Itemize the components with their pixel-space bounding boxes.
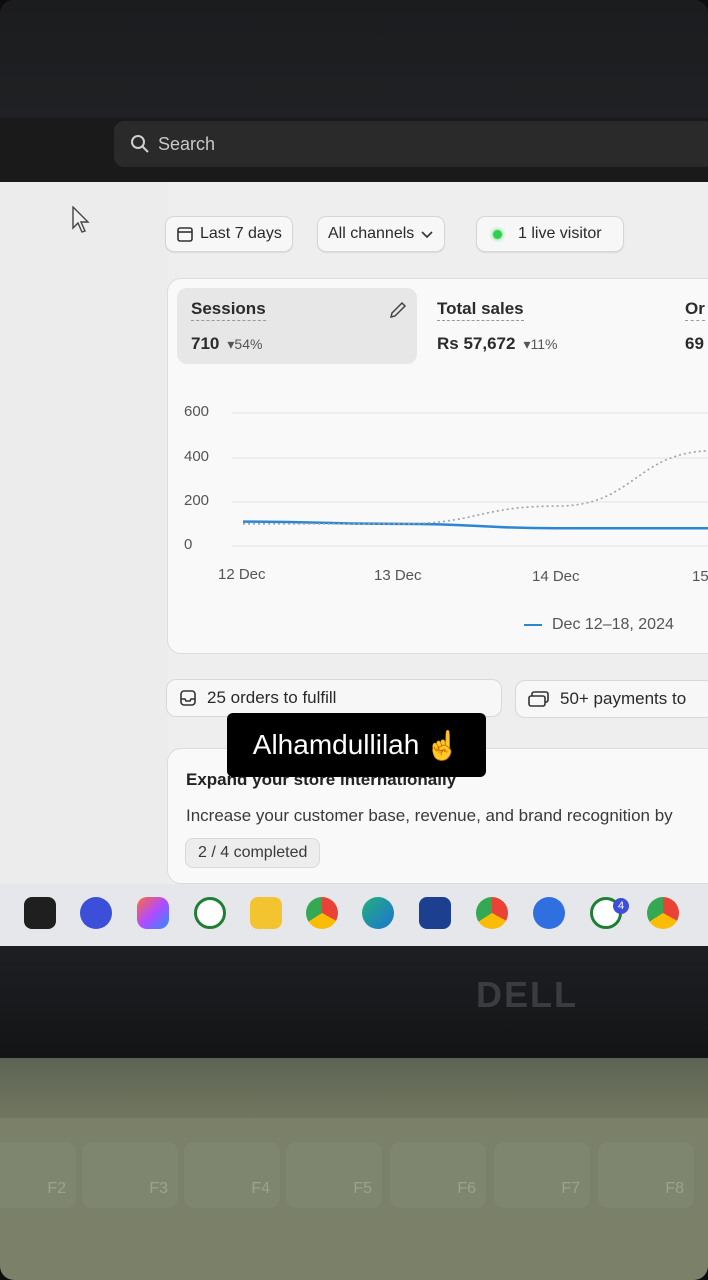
file-explorer-icon[interactable] xyxy=(250,897,282,929)
key-f8: F8 xyxy=(598,1142,694,1208)
x-tick: 13 Dec xyxy=(374,567,422,584)
progress-badge: 2 / 4 completed xyxy=(185,838,321,868)
key-f4: F4 xyxy=(184,1142,280,1208)
cash-icon xyxy=(528,691,549,707)
pointing-up-emoji-icon: ☝️ xyxy=(425,729,461,761)
legend-line-swatch xyxy=(524,624,542,626)
expand-description: Increase your customer base, revenue, an… xyxy=(186,806,673,825)
sessions-chart xyxy=(232,412,708,547)
series-line-current xyxy=(242,520,708,530)
series-line-comparison xyxy=(242,450,708,525)
app-icon[interactable] xyxy=(533,897,565,929)
orders-to-fulfill-button[interactable]: 25 orders to fulfill xyxy=(166,679,502,717)
brand-logo: DELL xyxy=(476,974,578,1015)
copilot-icon[interactable] xyxy=(137,897,169,929)
key-f3: F3 xyxy=(82,1142,178,1208)
inbox-icon xyxy=(180,690,196,706)
whatsapp-icon[interactable] xyxy=(194,897,226,929)
key-f6: F6 xyxy=(390,1142,486,1208)
meet-icon[interactable] xyxy=(80,897,112,929)
story-text-overlay: Alhamdullilah ☝️ xyxy=(227,713,486,777)
x-tick: 12 Dec xyxy=(218,566,266,583)
laptop-bezel xyxy=(0,946,708,1058)
x-tick: 15 xyxy=(692,568,708,585)
orders-to-fulfill-label: 25 orders to fulfill xyxy=(207,688,337,707)
key-f7: F7 xyxy=(494,1142,590,1208)
laptop-hinge xyxy=(0,1058,708,1118)
x-tick: 14 Dec xyxy=(532,568,580,585)
start-icon[interactable] xyxy=(24,897,56,929)
legend-label: Dec 12–18, 2024 xyxy=(552,616,674,633)
store-icon[interactable] xyxy=(419,897,451,929)
edge-icon[interactable] xyxy=(362,897,394,929)
overlay-text: Alhamdullilah xyxy=(252,729,420,760)
key-f2: F2 xyxy=(0,1142,76,1208)
notification-badge: 4 xyxy=(613,898,629,914)
chrome-profile-icon[interactable] xyxy=(476,897,508,929)
chrome-icon[interactable] xyxy=(306,897,338,929)
chrome-icon-2[interactable] xyxy=(647,897,679,929)
phone-photo-frame: Search Last 7 days All channels 1 live v… xyxy=(0,0,708,1280)
payments-label: 50+ payments to xyxy=(560,689,687,708)
key-f5: F5 xyxy=(286,1142,382,1208)
payments-button[interactable]: 50+ payments to xyxy=(515,680,708,718)
chart-legend: Dec 12–18, 2024 xyxy=(524,616,674,634)
